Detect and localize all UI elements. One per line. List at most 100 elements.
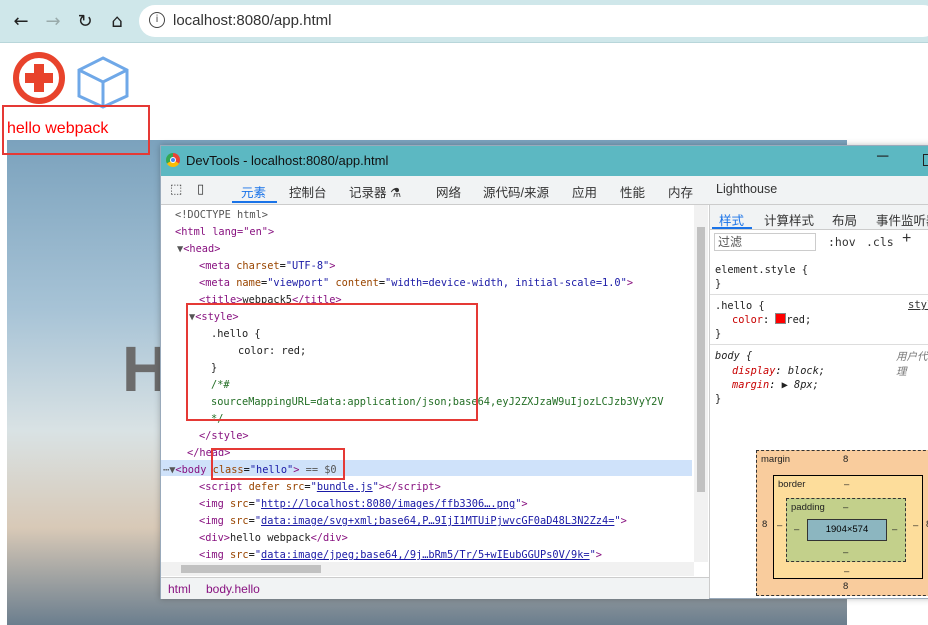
devtools-window: DevTools - localhost:8080/app.html ─ ⬚ ▯…	[160, 145, 928, 599]
cube-icon	[77, 56, 129, 109]
tag-name: body	[181, 464, 207, 476]
attr-name: src	[285, 481, 305, 493]
meta-charset-line[interactable]: <meta charset="UTF-8">	[199, 258, 335, 275]
home-button[interactable]: ⌂	[105, 9, 129, 33]
margin-top-value[interactable]: 8	[843, 454, 848, 465]
filter-input[interactable]: 过滤	[714, 233, 816, 251]
forward-button[interactable]: →	[41, 9, 65, 33]
back-button[interactable]: ←	[9, 9, 33, 33]
margin-left-value[interactable]: 8	[762, 519, 767, 530]
tab-sources[interactable]: 源代码/来源	[483, 182, 549, 201]
tab-memory[interactable]: 内存	[668, 182, 693, 201]
tab-application[interactable]: 应用	[572, 182, 597, 201]
box-model-content[interactable]: 1904×574	[807, 519, 887, 541]
scrollbar-thumb[interactable]	[181, 565, 321, 573]
hello-rule-source-link[interactable]: style	[908, 299, 928, 311]
property-value: 8px;	[794, 379, 819, 391]
home-icon: ⌂	[111, 10, 123, 32]
tab-computed[interactable]: 计算样式	[764, 210, 814, 229]
body-rule-margin[interactable]: margin: ▶ 8px;	[732, 378, 819, 392]
property-name: margin	[732, 379, 770, 391]
hello-rule-declaration[interactable]: color: red;	[732, 313, 811, 327]
tab-lighthouse[interactable]: Lighthouse	[716, 182, 777, 196]
style-close-line[interactable]: </style>	[199, 428, 249, 445]
info-icon[interactable]: i	[149, 12, 165, 28]
hello-rule-selector[interactable]: .hello {	[715, 299, 765, 313]
border-left-value[interactable]: –	[777, 520, 782, 531]
tab-console[interactable]: 控制台	[289, 182, 327, 201]
attr-value: "viewport"	[267, 277, 330, 289]
arrow-right-icon: →	[45, 10, 61, 32]
element-style-close: }	[715, 278, 722, 290]
breadcrumb-body[interactable]: body.hello	[206, 582, 260, 596]
hov-toggle[interactable]: :hov	[828, 235, 856, 249]
padding-right-value[interactable]: –	[892, 524, 897, 535]
attr-name: name	[236, 277, 262, 289]
tag-name: meta	[205, 260, 231, 272]
hello-text: hello webpack	[7, 120, 109, 137]
border-bottom-value[interactable]: –	[844, 566, 849, 577]
cls-toggle[interactable]: .cls	[866, 235, 894, 249]
padding-left-value[interactable]: –	[794, 524, 799, 535]
attr-name: src	[230, 549, 249, 561]
active-tab-indicator	[232, 201, 277, 203]
breadcrumb: html body.hello	[161, 577, 709, 599]
attr-name: charset	[236, 260, 280, 272]
body-rule-display[interactable]: display: block;	[732, 364, 825, 378]
inspect-element-icon[interactable]: ⬚	[170, 182, 182, 197]
address-bar[interactable]: i localhost:8080/app.html	[139, 5, 928, 37]
box-model-padding[interactable]: padding – – – – 1904×574	[786, 498, 906, 562]
img2-line[interactable]: <img src="data:image/svg+xml;base64,P…9I…	[199, 513, 627, 530]
horizontal-scrollbar[interactable]	[161, 562, 694, 576]
box-model-margin[interactable]: margin 8 8 8 8 border – – – – padding – …	[756, 450, 928, 596]
box-model-border[interactable]: border – – – – padding – – – – 1904×574	[773, 475, 923, 579]
meta-viewport-line[interactable]: <meta name="viewport" content="width=dev…	[199, 275, 633, 292]
padding-top-value[interactable]: –	[843, 502, 848, 513]
minimize-button[interactable]: ─	[877, 148, 888, 166]
url-text[interactable]: localhost:8080/app.html	[173, 12, 331, 29]
tab-network[interactable]: 网络	[436, 182, 461, 201]
attr-value: "UTF-8"	[285, 260, 330, 272]
script-line[interactable]: <script defer src="bundle.js"></script>	[199, 479, 441, 496]
tab-recorder[interactable]: 记录器 ⚗	[349, 182, 401, 201]
devtools-tabbar: ⬚ ▯ 元素 控制台 记录器 ⚗ 网络 源代码/来源 应用 性能 内存 Ligh…	[161, 176, 928, 205]
doctype-line[interactable]: <!DOCTYPE html>	[175, 207, 268, 224]
attr-name: defer	[248, 481, 280, 493]
reload-button[interactable]: ↻	[73, 9, 97, 33]
div-text: hello webpack	[230, 532, 311, 544]
border-right-value[interactable]: –	[913, 520, 918, 531]
tag-name: meta	[205, 277, 231, 289]
breadcrumb-html[interactable]: html	[168, 582, 191, 596]
new-rule-button[interactable]: +	[902, 230, 911, 248]
img1-line[interactable]: <img src="http://localhost:8080/images/f…	[199, 496, 528, 513]
maximize-button[interactable]	[923, 154, 928, 166]
property-name: color	[732, 314, 763, 326]
color-swatch-icon[interactable]	[775, 313, 787, 324]
div-line[interactable]: <div>hello webpack</div>	[199, 530, 348, 547]
property-value: block;	[787, 365, 826, 377]
attr-name: src	[230, 515, 249, 527]
vertical-scrollbar[interactable]	[694, 205, 708, 562]
device-toolbar-icon[interactable]: ▯	[197, 182, 204, 197]
reload-icon: ↻	[77, 10, 93, 32]
html-open-line[interactable]: <html lang="en">	[175, 224, 274, 241]
element-style-selector[interactable]: element.style {	[715, 263, 808, 277]
padding-bottom-value[interactable]: –	[843, 547, 848, 558]
img-src-link[interactable]: http://localhost:8080/images/ffb3306….pn…	[261, 498, 515, 510]
margin-bottom-value[interactable]: 8	[843, 581, 848, 592]
tab-performance[interactable]: 性能	[620, 182, 645, 201]
border-top-value[interactable]: –	[844, 479, 849, 490]
img-src-link[interactable]: data:image/jpeg;base64,/9j…bRm5/Tr/5+wIE…	[261, 549, 590, 561]
attr-value: "width=device-width, initial-scale=1.0"	[385, 277, 627, 289]
body-rule-selector[interactable]: body {	[715, 349, 752, 363]
tab-elements[interactable]: 元素	[241, 182, 266, 201]
img-src-link[interactable]: data:image/svg+xml;base64,P…9IjI1MTUiPjw…	[261, 515, 614, 527]
tab-event-listeners[interactable]: 事件监听器	[876, 210, 928, 229]
scrollbar-thumb[interactable]	[697, 227, 705, 492]
rule-divider	[710, 344, 928, 345]
tab-layout[interactable]: 布局	[832, 210, 857, 229]
head-line[interactable]: ▼<head>	[177, 241, 220, 258]
expand-triangle-icon[interactable]: ▶	[782, 379, 788, 391]
margin-label: margin	[761, 454, 791, 465]
script-src-link[interactable]: bundle.js	[317, 481, 373, 493]
